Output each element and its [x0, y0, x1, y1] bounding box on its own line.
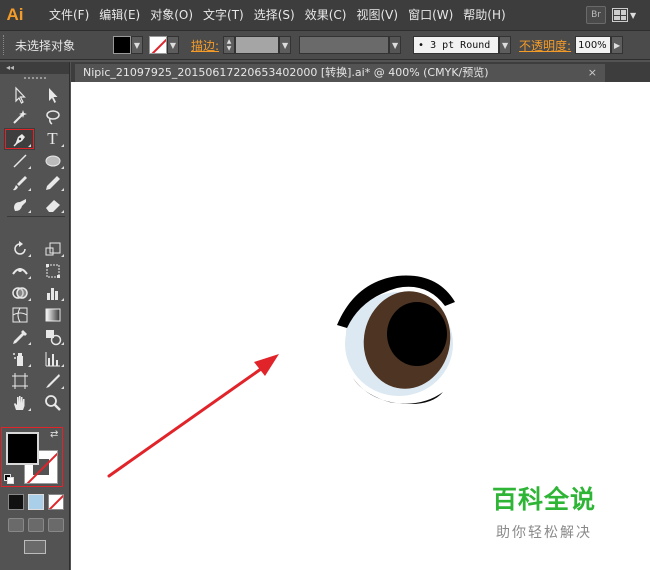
- stroke-none-swatch[interactable]: [149, 36, 167, 54]
- opacity-field[interactable]: 100%: [575, 36, 612, 54]
- symbol-sprayer-tool-icon[interactable]: [4, 348, 35, 370]
- gradient-tool-icon[interactable]: [37, 304, 68, 326]
- chevron-down-icon[interactable]: ▼: [279, 36, 292, 54]
- blob-brush-tool-icon[interactable]: [4, 194, 35, 216]
- tools-panel: ◂◂ T ⇄: [0, 62, 70, 570]
- draw-behind-icon[interactable]: [28, 518, 44, 532]
- menu-bar: Ai 文件(F) 编辑(E) 对象(O) 文字(T) 选择(S) 效果(C) 视…: [0, 0, 650, 30]
- menu-select[interactable]: 选择(S): [249, 0, 300, 30]
- gradient-mode-icon[interactable]: [28, 494, 44, 510]
- watermark-subtitle: 助你轻松解决: [496, 525, 592, 541]
- paintbrush-tool-icon[interactable]: [4, 172, 35, 194]
- color-mode-icon[interactable]: [8, 494, 24, 510]
- control-bar: 未选择对象 ▼ ▼ 描边: ▲ ▼ ▼ ▼ • 3 pt Round ▼ 不透明度…: [0, 30, 650, 60]
- chevron-down-icon[interactable]: ▼: [131, 36, 143, 54]
- selection-status: 未选择对象: [15, 38, 76, 53]
- arrow-annotation: [107, 354, 279, 478]
- chevron-down-icon[interactable]: ▼: [389, 36, 402, 54]
- document-title: Nipic_21097925_20150617220653402000 [转换]…: [83, 66, 489, 79]
- magic-wand-tool-icon[interactable]: [4, 106, 35, 128]
- opacity-label[interactable]: 不透明度:: [519, 37, 571, 54]
- none-mode-icon[interactable]: [48, 494, 64, 510]
- shape-builder-tool-icon[interactable]: [4, 282, 35, 304]
- document-tab-bar: Nipic_21097925_20150617220653402000 [转换]…: [71, 62, 650, 82]
- brush-dot-icon: •: [418, 39, 425, 51]
- menu-right: Br ▼: [586, 6, 650, 24]
- menu-type[interactable]: 文字(T): [198, 0, 249, 30]
- line-tool-icon[interactable]: [4, 150, 35, 172]
- ellipse-tool-icon[interactable]: [37, 150, 68, 172]
- menu-edit[interactable]: 编辑(E): [94, 0, 145, 30]
- chevron-down-icon[interactable]: ▼: [499, 36, 512, 54]
- artboard-tool-icon[interactable]: [4, 370, 35, 392]
- slice-tool-icon[interactable]: [37, 370, 68, 392]
- watermark-title: 百科全说: [491, 485, 596, 514]
- menu-items: 文件(F) 编辑(E) 对象(O) 文字(T) 选择(S) 效果(C) 视图(V…: [44, 0, 511, 30]
- swap-fill-stroke-icon[interactable]: ⇄: [50, 429, 58, 440]
- menu-file[interactable]: 文件(F): [44, 0, 94, 30]
- stroke-weight-label[interactable]: 描边:: [191, 37, 219, 54]
- draw-modes: [8, 518, 64, 532]
- lasso-tool-icon[interactable]: [37, 106, 68, 128]
- draw-normal-icon[interactable]: [8, 518, 24, 532]
- chevron-down-icon[interactable]: ▼: [167, 36, 179, 54]
- hand-tool-icon[interactable]: [4, 392, 35, 414]
- menu-help[interactable]: 帮助(H): [458, 0, 510, 30]
- scale-tool-icon[interactable]: [37, 238, 68, 260]
- menu-window[interactable]: 窗口(W): [403, 0, 458, 30]
- column-graph-tool-icon[interactable]: [37, 348, 68, 370]
- canvas[interactable]: 百科全说 助你轻松解决: [71, 82, 650, 570]
- eraser-tool-icon[interactable]: [37, 194, 68, 216]
- close-icon[interactable]: ×: [588, 64, 597, 82]
- brush-definition[interactable]: • 3 pt Round: [413, 36, 500, 54]
- free-transform-tool-icon[interactable]: [37, 260, 68, 282]
- tool-grid: T: [0, 84, 69, 414]
- eyedropper-tool-icon[interactable]: [4, 326, 35, 348]
- menu-object[interactable]: 对象(O): [145, 0, 198, 30]
- menu-view[interactable]: 视图(V): [351, 0, 403, 30]
- stroke-color-picker[interactable]: ▼: [149, 36, 179, 54]
- control-bar-grip[interactable]: [3, 35, 9, 55]
- width-tool-icon[interactable]: [4, 260, 35, 282]
- draw-inside-icon[interactable]: [48, 518, 64, 532]
- stroke-weight-field[interactable]: [235, 36, 280, 54]
- app-logo: Ai: [6, 5, 24, 24]
- color-modes: [8, 494, 64, 510]
- menu-effect[interactable]: 效果(C): [300, 0, 352, 30]
- eye-drawing: [337, 275, 455, 404]
- fill-box[interactable]: [6, 432, 39, 465]
- rotate-tool-icon[interactable]: [4, 238, 35, 260]
- chevron-right-icon[interactable]: ▶: [611, 36, 624, 54]
- mesh-tool-icon[interactable]: [4, 304, 35, 326]
- collapse-icon[interactable]: ◂◂: [0, 62, 69, 74]
- pen-tool-icon[interactable]: [4, 128, 35, 150]
- pencil-tool-icon[interactable]: [37, 172, 68, 194]
- fill-swatch[interactable]: [113, 36, 131, 54]
- default-fill-stroke-icon[interactable]: [4, 474, 14, 484]
- workspace-switcher[interactable]: ▼: [612, 6, 642, 24]
- chevron-down-icon: ▼: [630, 10, 637, 20]
- zoom-tool-icon[interactable]: [37, 392, 68, 414]
- graph-tool-icon[interactable]: [37, 282, 68, 304]
- stroke-weight-spinner[interactable]: ▲ ▼: [223, 36, 236, 54]
- direct-selection-tool-icon[interactable]: [37, 84, 68, 106]
- fill-color-picker[interactable]: ▼: [113, 36, 143, 54]
- type-tool-icon[interactable]: T: [37, 128, 68, 150]
- bridge-button[interactable]: Br: [586, 6, 606, 24]
- brush-label: 3 pt Round: [430, 39, 491, 51]
- separator: [7, 216, 65, 217]
- watermark: 百科全说 助你轻松解决: [484, 480, 604, 542]
- selection-tool-icon[interactable]: [4, 84, 35, 106]
- blend-tool-icon[interactable]: [37, 326, 68, 348]
- document-tab[interactable]: Nipic_21097925_20150617220653402000 [转换]…: [75, 64, 605, 82]
- tools-grip[interactable]: [0, 74, 69, 82]
- variable-width-profile[interactable]: [299, 36, 390, 54]
- workspace-grid-icon: [612, 8, 628, 22]
- screen-mode-icon[interactable]: [24, 540, 46, 554]
